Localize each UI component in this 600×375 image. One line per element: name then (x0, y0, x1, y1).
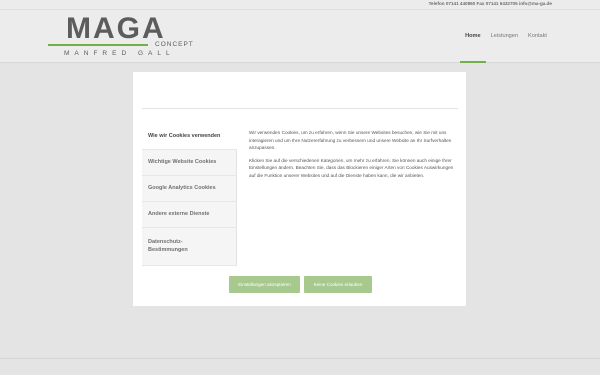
cookie-paragraph: Klicken Sie auf die verschiedenen Katego… (249, 157, 454, 178)
tab-external-services[interactable]: Andere externe Dienste (142, 202, 237, 228)
tab-privacy-policy-label: Datenschutz-Bestimmungen (148, 239, 188, 253)
cookie-description: Wir verwenden Cookies, um zu erfahren, w… (249, 129, 459, 185)
accept-settings-button[interactable]: Einstellungen akzeptieren (229, 276, 300, 293)
site-header: MAGA CONCEPT MANFRED GALL Home Leistunge… (0, 10, 600, 63)
modal-divider (142, 108, 458, 109)
contact-info: Telefon 07141 440860 Fax 07141 6432705 i… (428, 1, 552, 6)
cookie-paragraph: Wir verwenden Cookies, um zu erfahren, w… (249, 130, 452, 151)
tab-how-we-use-cookies[interactable]: Wie wir Cookies verwenden (142, 124, 237, 150)
allow-no-cookies-button[interactable]: Keine Cookies erlauben (304, 276, 372, 293)
logo-accent-bar (48, 44, 148, 46)
nav-item-kontakt[interactable]: Kontakt (523, 10, 552, 63)
tab-privacy-policy[interactable]: Datenschutz-Bestimmungen (142, 228, 237, 266)
company-logo[interactable]: MAGA CONCEPT MANFRED GALL (48, 13, 208, 61)
cookie-consent-modal: Wie wir Cookies verwenden Wichtige Websi… (133, 72, 466, 306)
logo-owner-name: MANFRED GALL (64, 50, 175, 57)
tab-google-analytics-cookies[interactable]: Google Analytics Cookies (142, 176, 237, 202)
nav-item-leistungen[interactable]: Leistungen (486, 10, 523, 63)
cookie-category-tabs: Wie wir Cookies verwenden Wichtige Websi… (142, 124, 237, 266)
top-bar: Telefon 07141 440860 Fax 07141 6432705 i… (0, 0, 600, 10)
nav-item-home[interactable]: Home (460, 10, 486, 63)
tab-essential-cookies[interactable]: Wichtige Website Cookies (142, 150, 237, 176)
main-nav: Home Leistungen Kontakt (460, 10, 552, 63)
logo-subtitle: CONCEPT (155, 41, 194, 48)
logo-wordmark: MAGA (66, 12, 166, 45)
footer-divider (0, 358, 600, 375)
